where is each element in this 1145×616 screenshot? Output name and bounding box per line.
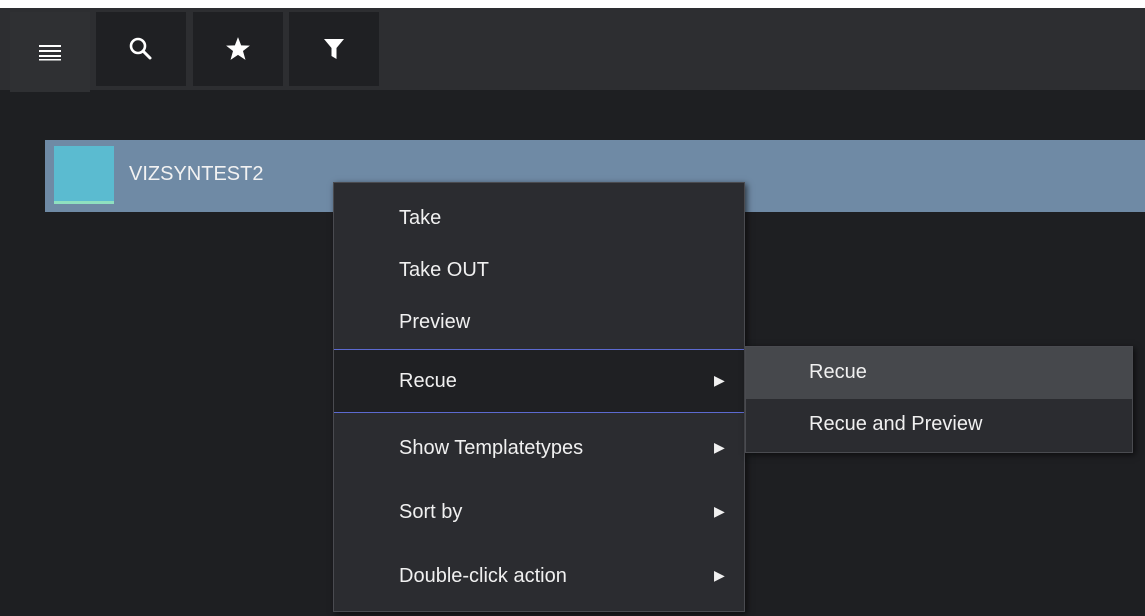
submenu-arrow-icon: ▶ — [714, 372, 725, 388]
menu-item-take-out[interactable]: Take OUT — [334, 245, 744, 297]
menu-item-label: Take OUT — [399, 259, 490, 281]
recue-submenu: Recue Recue and Preview — [745, 346, 1133, 453]
submenu-arrow-icon: ▶ — [714, 567, 725, 583]
toolbar — [0, 8, 1145, 92]
menu-item-label: Recue — [399, 370, 457, 392]
hamburger-menu-icon — [39, 45, 61, 61]
menu-item-label: Show Templatetypes — [399, 437, 584, 459]
submenu-arrow-icon: ▶ — [714, 503, 725, 519]
menu-item-sort-by[interactable]: Sort by ▶ — [334, 487, 744, 543]
menu-item-preview[interactable]: Preview — [334, 297, 744, 349]
star-icon — [226, 37, 250, 60]
menu-item-recue[interactable]: Recue ▶ — [334, 349, 744, 413]
menu-item-double-click-action[interactable]: Double-click action ▶ — [334, 551, 744, 607]
menu-item-take[interactable]: Take — [334, 193, 744, 245]
filter-button[interactable] — [289, 12, 379, 86]
submenu-arrow-icon: ▶ — [714, 439, 725, 455]
hamburger-menu-button[interactable] — [10, 12, 90, 92]
submenu-item-label: Recue and Preview — [809, 413, 983, 435]
app-window: VIZSYNTEST2 Take Take OUT Preview Recue … — [0, 8, 1145, 616]
submenu-item-label: Recue — [809, 361, 867, 383]
search-icon — [129, 37, 152, 60]
menu-item-label: Preview — [399, 311, 471, 333]
menu-item-show-templatetypes[interactable]: Show Templatetypes ▶ — [334, 423, 744, 479]
item-title: VIZSYNTEST2 — [129, 163, 264, 185]
submenu-item-recue-and-preview[interactable]: Recue and Preview — [746, 399, 1132, 451]
menu-item-label: Take — [399, 207, 442, 229]
context-menu: Take Take OUT Preview Recue ▶ Show Templ… — [333, 182, 745, 612]
item-color-swatch — [54, 146, 114, 204]
search-button[interactable] — [96, 12, 186, 86]
favorites-button[interactable] — [193, 12, 283, 86]
filter-icon — [324, 39, 344, 59]
menu-item-label: Double-click action — [399, 565, 567, 587]
menu-item-label: Sort by — [399, 501, 463, 523]
submenu-item-recue[interactable]: Recue — [746, 347, 1132, 399]
